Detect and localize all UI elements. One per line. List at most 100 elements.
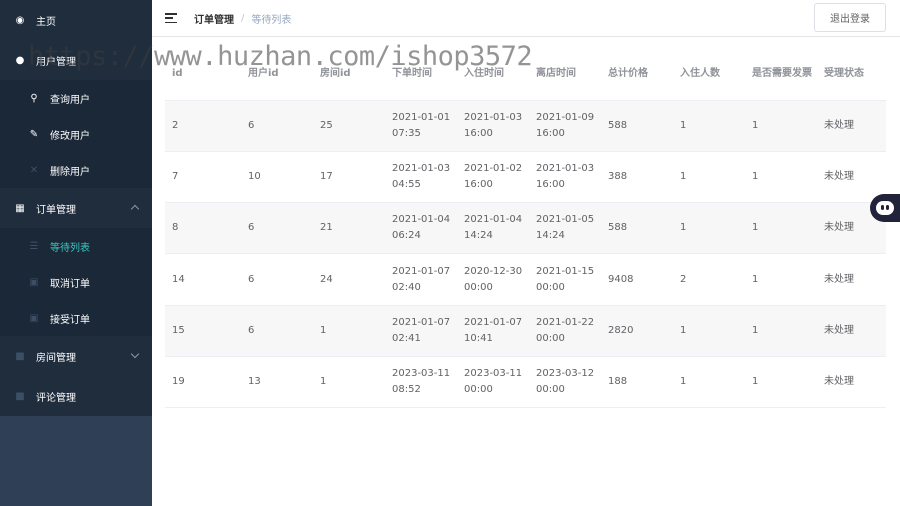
table-cell: 9408 [601, 253, 673, 306]
table-cell: 2023-03-12 00:00 [529, 356, 601, 409]
table-cell: 2021-01-22 00:00 [529, 305, 601, 357]
table-cell: 6 [241, 100, 313, 152]
edit-icon: ✎ [29, 128, 39, 140]
table-cell: 2021-01-04 14:24 [457, 202, 529, 255]
column-header: 入住人数 [673, 48, 745, 101]
table-cell: 2820 [601, 305, 673, 357]
table-cell: 19 [165, 356, 241, 409]
table-header-row: id 用户id 房间id 下单时间 入住时间 离店时间 总计价格 入住人数 是否… [165, 48, 886, 101]
table-cell: 未处理 [817, 253, 886, 306]
table-cell: 2020-12-30 00:00 [457, 253, 529, 306]
sidebar-menu: ◉ 主页 ● 用户管理 ⚲ 查询用户 ✎ 修改用户 ✕ 删除用户 ▦ 订单管理 … [0, 0, 152, 416]
column-header: 是否需要发票 [745, 48, 817, 101]
table-row[interactable]: 7 10 17 2021-01-03 04:55 2021-01-02 16:00 202… [165, 151, 886, 204]
table-cell: 1 [745, 305, 817, 357]
table-cell: 14 [165, 253, 241, 306]
menu-toggle-icon[interactable] [165, 13, 177, 23]
table-cell: 2021-01-07 02:41 [385, 305, 457, 357]
table-cell: 2021-01-03 04:55 [385, 151, 457, 204]
table-row[interactable]: 14 6 24 2021-01-07 02:40 2020-12-30 00:00 202… [165, 253, 886, 306]
table-cell: 2021-01-09 16:00 [529, 100, 601, 152]
sidebar-item-cancel-order[interactable]: ▣ 取消订单 [0, 264, 152, 300]
table-cell: 1 [673, 356, 745, 409]
user-icon: ● [15, 54, 25, 66]
sidebar-item-label: 查询用户 [50, 94, 90, 106]
table-cell: 1 [745, 100, 817, 152]
sidebar-item-label: 接受订单 [50, 314, 90, 326]
sidebar-item-user-management[interactable]: ● 用户管理 [0, 40, 152, 80]
table-cell: 6 [241, 253, 313, 306]
column-header: 受理状态 [817, 48, 886, 101]
column-header: 离店时间 [529, 48, 601, 101]
breadcrumb-item-waiting-list: 等待列表 [251, 14, 292, 26]
table-cell: 1 [745, 356, 817, 409]
table-cell: 2023-03-11 00:00 [457, 356, 529, 409]
table-cell: 2 [673, 253, 745, 306]
column-header: 用户id [241, 48, 313, 101]
logout-button[interactable]: 退出登录 [814, 3, 886, 32]
table-cell: 1 [745, 253, 817, 306]
table-cell: 15 [165, 305, 241, 357]
table-cell: 588 [601, 202, 673, 255]
sidebar-item-label: 主页 [36, 16, 56, 28]
table-cell: 2021-01-04 06:24 [385, 202, 457, 255]
table-cell: 1 [673, 305, 745, 357]
search-icon: ⚲ [30, 92, 38, 104]
table-cell: 2021-01-07 10:41 [457, 305, 529, 357]
table-cell: 2021-01-05 14:24 [529, 202, 601, 255]
table-cell: 2 [165, 100, 241, 152]
comment-icon: ■ [15, 390, 25, 402]
accept-order-icon: ▣ [29, 312, 39, 324]
table-cell: 1 [313, 305, 385, 357]
table-cell: 25 [313, 100, 385, 152]
column-header: id [165, 48, 241, 101]
table-row[interactable]: 2 6 25 2021-01-01 07:35 2021-01-03 16:00 2021… [165, 100, 886, 152]
sidebar-item-label: 订单管理 [36, 204, 76, 216]
table-row[interactable]: 19 13 1 2023-03-11 08:52 2023-03-11 00:00 202… [165, 356, 886, 409]
sidebar-item-comment-management[interactable]: ■ 评论管理 [0, 376, 152, 416]
column-header: 下单时间 [385, 48, 457, 101]
sidebar-item-home[interactable]: ◉ 主页 [0, 0, 152, 40]
dashboard-icon: ◉ [15, 14, 25, 26]
sidebar-item-delete-user[interactable]: ✕ 删除用户 [0, 152, 152, 188]
table-cell: 2021-01-07 02:40 [385, 253, 457, 306]
table-cell: 8 [165, 202, 241, 255]
table-cell: 1 [745, 151, 817, 204]
assistant-float-button[interactable] [870, 194, 900, 222]
table-row[interactable]: 15 6 1 2021-01-07 02:41 2021-01-07 10:41 2021… [165, 305, 886, 357]
table-cell: 2023-03-11 08:52 [385, 356, 457, 409]
room-icon: ■ [15, 350, 25, 362]
sidebar-item-label: 修改用户 [50, 130, 90, 142]
table-row[interactable]: 8 6 21 2021-01-04 06:24 2021-01-04 14:24 2021… [165, 202, 886, 255]
sidebar-item-label: 等待列表 [50, 242, 90, 254]
orders-table-container: id 用户id 房间id 下单时间 入住时间 离店时间 总计价格 入住人数 是否… [165, 48, 886, 409]
column-header: 入住时间 [457, 48, 529, 101]
sidebar-item-label: 取消订单 [50, 278, 90, 290]
table-cell: 13 [241, 356, 313, 409]
sidebar-item-order-management[interactable]: ▦ 订单管理 [0, 188, 152, 228]
table-cell: 2021-01-15 00:00 [529, 253, 601, 306]
table-cell: 1 [673, 100, 745, 152]
list-icon: ☰ [29, 240, 39, 252]
sidebar-item-edit-user[interactable]: ✎ 修改用户 [0, 116, 152, 152]
breadcrumb-separator: / [241, 12, 245, 24]
table-cell: 6 [241, 305, 313, 357]
breadcrumb-item-order-management[interactable]: 订单管理 [194, 11, 234, 26]
table-cell: 2021-01-01 07:35 [385, 100, 457, 152]
table-cell: 10 [241, 151, 313, 204]
table-cell: 21 [313, 202, 385, 255]
table-cell: 588 [601, 100, 673, 152]
close-icon: ✕ [29, 164, 39, 176]
table-cell: 388 [601, 151, 673, 204]
table-cell: 1 [673, 151, 745, 204]
table-body: 2 6 25 2021-01-01 07:35 2021-01-03 16:00 2021… [165, 100, 886, 409]
table-cell: 188 [601, 356, 673, 409]
sidebar-item-accept-order[interactable]: ▣ 接受订单 [0, 300, 152, 336]
table-cell: 24 [313, 253, 385, 306]
sidebar-item-room-management[interactable]: ■ 房间管理 [0, 336, 152, 376]
top-header: 订单管理 / 等待列表 退出登录 [152, 0, 900, 37]
robot-face-icon [876, 201, 894, 215]
sidebar-item-waiting-list[interactable]: ☰ 等待列表 [0, 228, 152, 264]
sidebar-item-query-user[interactable]: ⚲ 查询用户 [0, 80, 152, 116]
column-header: 房间id [313, 48, 385, 101]
